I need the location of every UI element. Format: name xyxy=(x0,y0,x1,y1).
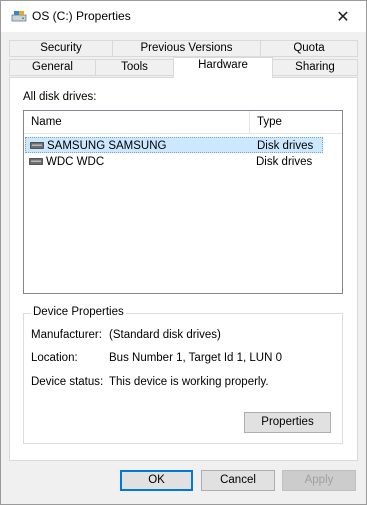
close-icon: ✕ xyxy=(336,8,350,26)
drive-type: Disk drives xyxy=(257,140,314,152)
disk-drive-icon xyxy=(30,142,44,149)
device-status-label: Device status: xyxy=(31,376,104,388)
apply-button-label: Apply xyxy=(304,474,334,486)
list-item[interactable]: WDC WDC Disk drives xyxy=(25,154,323,170)
all-disk-drives-label: All disk drives: xyxy=(23,91,97,103)
drive-icon xyxy=(11,11,27,22)
title-bar[interactable]: OS (C:) Properties ✕ xyxy=(1,1,366,32)
drive-name: WDC WDC xyxy=(46,156,105,168)
tab-security[interactable]: Security xyxy=(9,40,113,57)
drive-type: Disk drives xyxy=(256,156,313,168)
column-name[interactable]: Name xyxy=(24,111,250,133)
apply-button[interactable]: Apply xyxy=(282,470,356,491)
tab-strip: Security Previous Versions Quota General… xyxy=(9,40,358,78)
tab-sharing[interactable]: Sharing xyxy=(272,59,358,76)
location-value: Bus Number 1, Target Id 1, LUN 0 xyxy=(109,352,283,364)
tab-hardware[interactable]: Hardware xyxy=(173,57,273,78)
properties-dialog: OS (C:) Properties ✕ Security Previous V… xyxy=(0,0,367,505)
close-button[interactable]: ✕ xyxy=(320,1,366,32)
list-header: Name Type xyxy=(24,111,342,134)
hardware-panel: All disk drives: Name Type SAMSUNG SAMSU… xyxy=(9,77,358,461)
column-type[interactable]: Type xyxy=(250,111,342,133)
cancel-button[interactable]: Cancel xyxy=(201,470,275,491)
device-status-value: This device is working properly. xyxy=(109,376,269,388)
properties-button-label: Properties xyxy=(261,416,314,428)
tab-previous-versions[interactable]: Previous Versions xyxy=(112,40,261,57)
location-label: Location: xyxy=(31,352,78,364)
disk-drives-list[interactable]: Name Type SAMSUNG SAMSUNG Disk drives WD… xyxy=(23,110,343,294)
properties-button[interactable]: Properties xyxy=(244,412,331,433)
ok-button-label: OK xyxy=(148,474,165,486)
device-properties-title: Device Properties xyxy=(31,306,126,318)
tab-hardware-label: Hardware xyxy=(198,59,248,71)
device-properties-group: Device Properties Manufacturer: (Standar… xyxy=(23,306,343,444)
cancel-button-label: Cancel xyxy=(220,474,256,486)
tab-quota[interactable]: Quota xyxy=(260,40,358,57)
drive-name: SAMSUNG SAMSUNG xyxy=(47,140,167,152)
disk-drive-icon xyxy=(29,158,43,165)
tab-tools[interactable]: Tools xyxy=(95,59,174,76)
manufacturer-value: (Standard disk drives) xyxy=(109,329,221,341)
manufacturer-label: Manufacturer: xyxy=(31,329,102,341)
list-item[interactable]: SAMSUNG SAMSUNG Disk drives xyxy=(25,137,323,153)
tab-general[interactable]: General xyxy=(9,59,96,76)
ok-button[interactable]: OK xyxy=(120,470,193,491)
window-title: OS (C:) Properties xyxy=(32,9,131,23)
